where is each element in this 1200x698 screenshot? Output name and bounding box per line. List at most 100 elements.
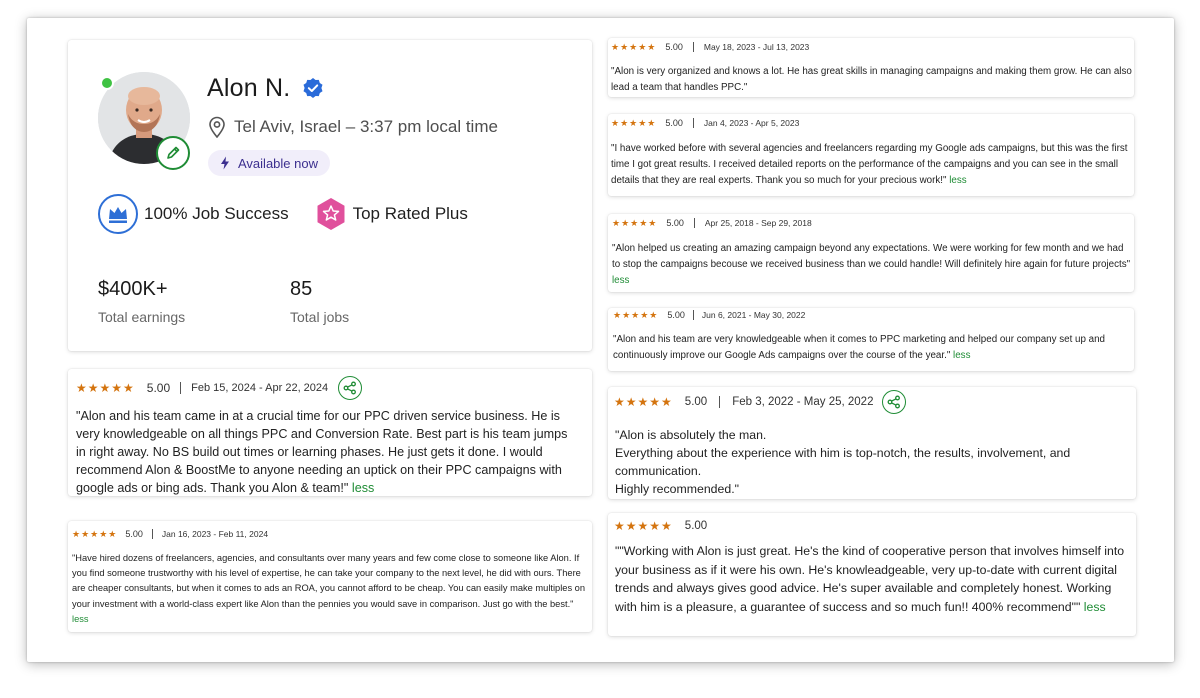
star-rating-icon: ★★★★★ — [611, 117, 657, 128]
earnings-stat: $400K+ Total earnings — [98, 278, 185, 325]
profile-location: Tel Aviv, Israel – 3:37 pm local time — [208, 116, 498, 138]
earnings-label: Total earnings — [98, 309, 186, 325]
review-dates: Feb 15, 2024 - Apr 22, 2024 — [191, 382, 329, 394]
location-pin-icon — [209, 116, 225, 138]
review-dates: Feb 3, 2022 - May 25, 2022 — [732, 396, 874, 408]
top-rated-star-icon — [317, 198, 345, 230]
earnings-value: $400K+ — [98, 278, 168, 300]
star-rating-icon: ★★★★★ — [612, 217, 658, 228]
review-text-line: Highly recommended." — [615, 482, 739, 496]
review-text-line: "Alon is absolutely the man. — [615, 428, 767, 442]
review-card: ★★★★★ 5.00 Feb 3, 2022 - May 25, 2022 "A… — [608, 387, 1136, 499]
review-meta: ★★★★★ 5.00 — [614, 517, 707, 535]
review-card: ★★★★★ 5.00 Apr 25, 2018 - Sep 29, 2018 "… — [608, 214, 1134, 292]
less-link[interactable]: less — [949, 175, 966, 186]
review-card: ★★★★★ 5.00 Jan 4, 2023 - Apr 5, 2023 "I … — [608, 114, 1134, 196]
online-status-dot — [100, 76, 114, 90]
review-score: 5.00 — [665, 42, 683, 52]
meta-divider — [151, 529, 153, 539]
review-score: 5.00 — [665, 118, 683, 128]
meta-divider — [719, 396, 721, 408]
lightning-icon — [221, 156, 229, 170]
review-score: 5.00 — [146, 381, 171, 395]
review-meta: ★★★★★ 5.00 May 18, 2023 - Jul 13, 2023 — [611, 40, 809, 54]
jobs-label: Total jobs — [290, 309, 350, 325]
review-card: ★★★★★ 5.00 ""Working with Alon is just g… — [608, 513, 1136, 636]
review-dates: Jan 16, 2023 - Feb 11, 2024 — [161, 529, 269, 539]
review-text-block: "Have hired dozens of freelancers, agenc… — [72, 551, 586, 627]
star-rating-icon: ★★★★★ — [76, 381, 135, 395]
review-text-block: "Alon is absolutely the man. Everything … — [615, 426, 1127, 498]
review-text: "Alon helped us creating an amazing camp… — [612, 243, 1131, 270]
review-text-block: "Alon helped us creating an amazing camp… — [612, 241, 1132, 289]
review-text-block: "Alon and his team came in at a crucial … — [76, 407, 576, 497]
star-rating-icon: ★★★★★ — [613, 309, 659, 320]
verified-badge-icon — [303, 78, 323, 98]
meta-divider — [693, 218, 695, 228]
meta-divider — [692, 42, 694, 52]
jobs-value: 85 — [290, 278, 313, 300]
review-card: ★★★★★ 5.00 Feb 15, 2024 - Apr 22, 2024 "… — [68, 369, 592, 496]
share-icon — [343, 381, 357, 395]
review-text: "Have hired dozens of freelancers, agenc… — [72, 553, 586, 609]
review-score: 5.00 — [666, 218, 684, 228]
share-button[interactable] — [882, 390, 907, 414]
star-rating-icon: ★★★★★ — [614, 395, 673, 409]
review-dates: Jan 4, 2023 - Apr 5, 2023 — [703, 118, 800, 128]
star-rating-icon: ★★★★★ — [611, 41, 657, 52]
pencil-icon — [167, 146, 180, 159]
crown-icon — [98, 194, 138, 234]
review-score: 5.00 — [684, 520, 708, 532]
profile-card: Alon N. Tel Aviv, Israel – 3:37 pm local… — [68, 40, 592, 351]
meta-divider — [692, 118, 694, 128]
review-dates: Apr 25, 2018 - Sep 29, 2018 — [704, 218, 812, 228]
review-score: 5.00 — [667, 310, 685, 320]
review-text: ""Working with Alon is just great. He's … — [615, 544, 1125, 614]
meta-divider — [180, 382, 182, 394]
job-success-text: 100% Job Success — [144, 204, 289, 223]
availability-badge: Available now — [208, 150, 330, 176]
avatar-container — [98, 72, 190, 170]
less-link[interactable]: less — [953, 350, 970, 361]
availability-text: Available now — [238, 155, 318, 171]
review-meta: ★★★★★ 5.00 Jan 4, 2023 - Apr 5, 2023 — [611, 116, 799, 130]
review-text-block: "Alon is very organized and knows a lot.… — [611, 64, 1133, 96]
jobs-stat: 85 Total jobs — [290, 278, 349, 325]
review-meta: ★★★★★ 5.00 Feb 15, 2024 - Apr 22, 2024 — [76, 375, 363, 401]
edit-profile-button[interactable] — [156, 136, 190, 170]
review-text-block: ""Working with Alon is just great. He's … — [615, 542, 1127, 616]
review-dates: Jun 6, 2021 - May 30, 2022 — [701, 310, 806, 320]
less-link[interactable]: less — [352, 481, 374, 495]
review-meta: ★★★★★ 5.00 Feb 3, 2022 - May 25, 2022 — [614, 389, 907, 415]
star-rating-icon: ★★★★★ — [614, 519, 673, 533]
review-text-block: "Alon and his team are very knowledgeabl… — [613, 332, 1132, 364]
less-link[interactable]: less — [1084, 600, 1106, 614]
less-link[interactable]: less — [72, 614, 89, 624]
share-icon — [888, 395, 901, 409]
review-text: "Alon and his team came in at a crucial … — [76, 409, 568, 495]
top-rated-badge[interactable]: Top Rated Plus — [315, 197, 468, 231]
review-card: ★★★★★ 5.00 Jan 16, 2023 - Feb 11, 2024 "… — [68, 521, 592, 632]
review-text: "I have worked before with several agenc… — [611, 143, 1128, 186]
meta-divider — [692, 310, 694, 320]
review-card: ★★★★★ 5.00 May 18, 2023 - Jul 13, 2023 "… — [608, 38, 1134, 97]
review-text: "Alon and his team are very knowledgeabl… — [613, 334, 1105, 361]
share-button[interactable] — [338, 376, 363, 400]
star-rating-icon: ★★★★★ — [72, 528, 118, 539]
review-meta: ★★★★★ 5.00 Jun 6, 2021 - May 30, 2022 — [613, 308, 805, 322]
review-text-line: Everything about the experience with him… — [615, 446, 1071, 478]
review-score: 5.00 — [125, 529, 143, 539]
badge-row: 100% Job Success Top Rated Plus — [98, 194, 494, 234]
job-success-badge[interactable]: 100% Job Success — [98, 194, 289, 234]
review-text: "Alon is very organized and knows a lot.… — [611, 66, 1132, 93]
review-meta: ★★★★★ 5.00 Apr 25, 2018 - Sep 29, 2018 — [612, 216, 812, 230]
review-card: ★★★★★ 5.00 Jun 6, 2021 - May 30, 2022 "A… — [608, 308, 1134, 371]
top-rated-text: Top Rated Plus — [352, 204, 468, 223]
profile-name: Alon N. — [207, 74, 291, 102]
location-text: Tel Aviv, Israel – 3:37 pm local time — [234, 117, 498, 136]
review-dates: May 18, 2023 - Jul 13, 2023 — [703, 42, 810, 52]
review-text-block: "I have worked before with several agenc… — [611, 141, 1133, 189]
less-link[interactable]: less — [612, 275, 629, 286]
review-meta: ★★★★★ 5.00 Jan 16, 2023 - Feb 11, 2024 — [72, 527, 268, 541]
review-score: 5.00 — [684, 396, 708, 408]
